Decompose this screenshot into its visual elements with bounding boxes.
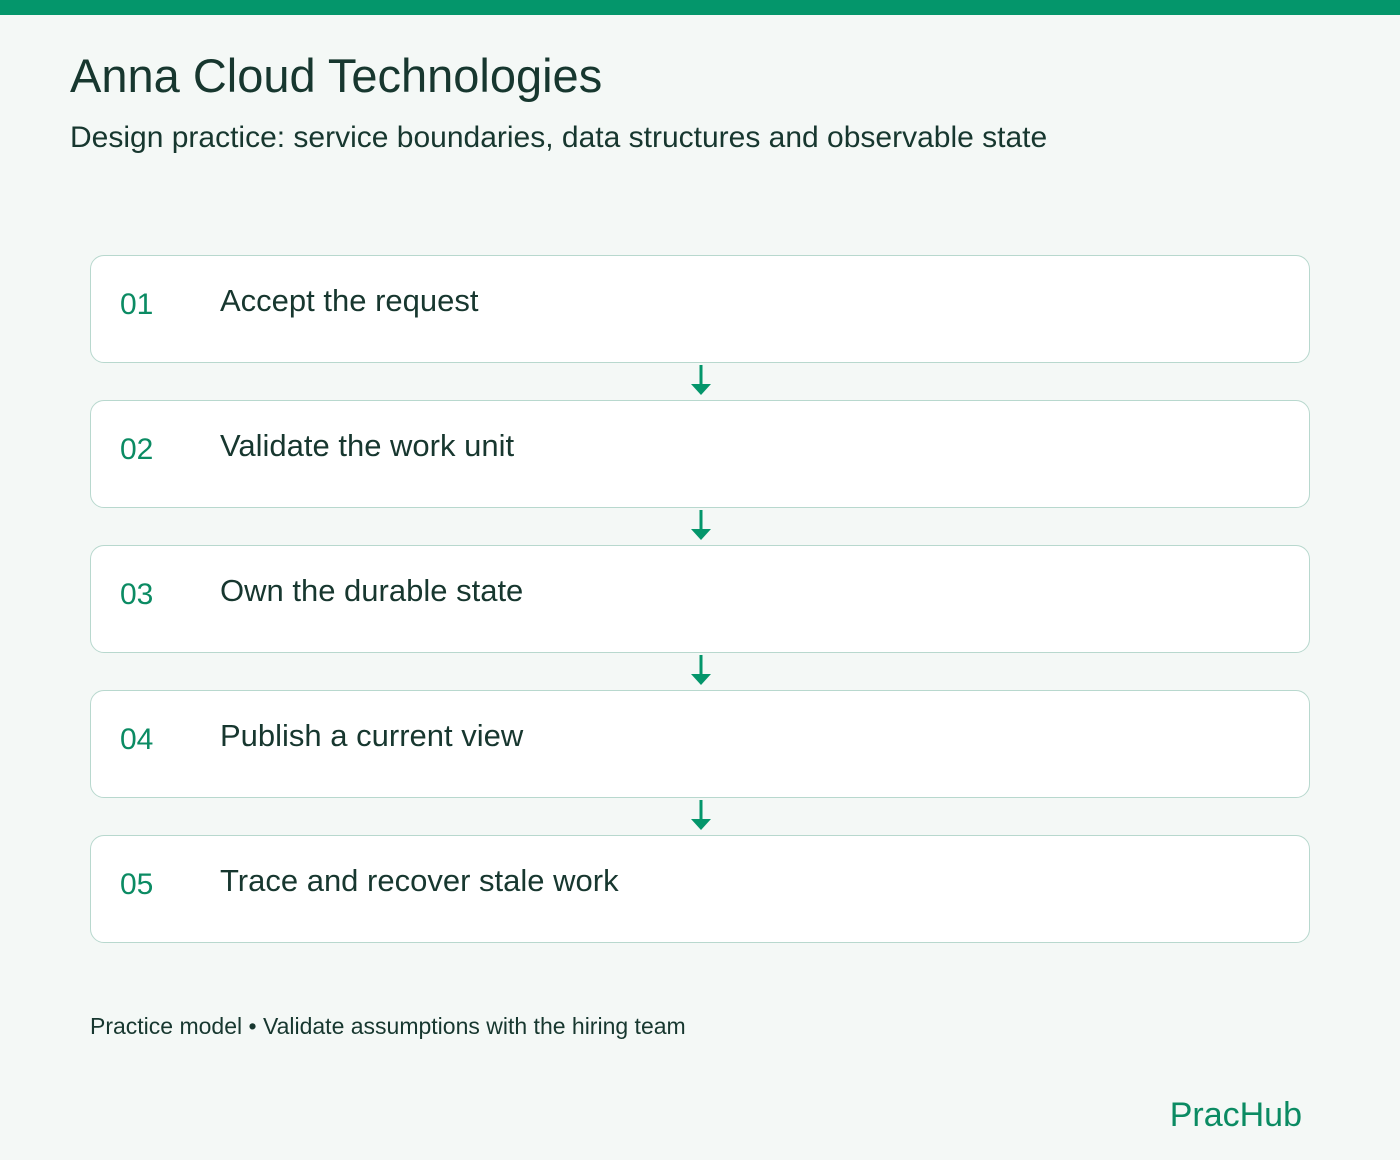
brand-logo-text: PracHub [1169, 1096, 1302, 1134]
page-subtitle: Design practice: service boundaries, dat… [70, 121, 1048, 154]
step-label: Publish a current view [220, 718, 524, 753]
top-accent-bar [0, 0, 1400, 15]
step-card-3: 03 Own the durable state [90, 545, 1310, 653]
page-title: Anna Cloud Technologies [70, 49, 603, 102]
step-label: Validate the work unit [220, 428, 515, 463]
step-card-2: 02 Validate the work unit [90, 400, 1310, 508]
step-card-4: 04 Publish a current view [90, 690, 1310, 798]
step-card-1: 01 Accept the request [90, 255, 1310, 363]
arrow-down-icon [690, 800, 712, 832]
arrow-down-icon [690, 365, 712, 397]
step-number: 01 [120, 288, 154, 321]
step-label: Own the durable state [220, 573, 524, 608]
step-number: 05 [120, 868, 154, 901]
arrow-down-icon [690, 510, 712, 542]
step-number: 03 [120, 578, 154, 611]
footnote: Practice model • Validate assumptions wi… [90, 1013, 686, 1039]
step-label: Accept the request [220, 283, 479, 318]
arrow-down-icon [690, 655, 712, 687]
step-number: 04 [120, 723, 154, 756]
step-number: 02 [120, 433, 154, 466]
step-label: Trace and recover stale work [220, 863, 619, 898]
step-card-5: 05 Trace and recover stale work [90, 835, 1310, 943]
